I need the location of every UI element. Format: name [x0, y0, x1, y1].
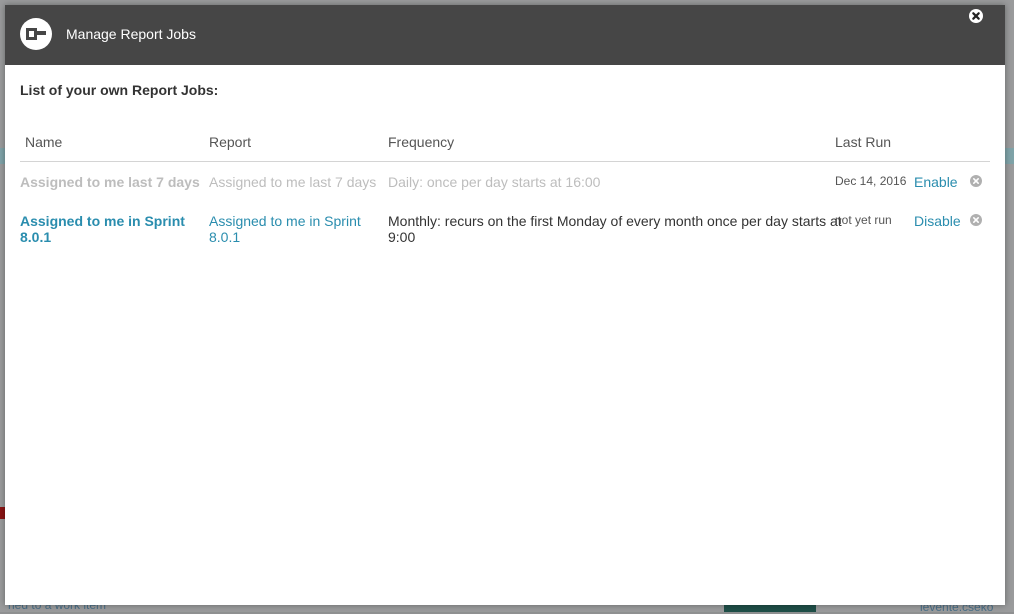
manage-report-jobs-dialog: Manage Report Jobs List of your own Repo…: [5, 5, 1005, 605]
remove-icon[interactable]: [970, 214, 982, 226]
dialog-header: Manage Report Jobs: [5, 5, 1005, 65]
job-name-line: 8.0.1: [20, 229, 52, 245]
job-last-run: Dec 14, 2016: [835, 174, 907, 188]
disable-job-link[interactable]: Disable: [914, 213, 961, 229]
job-last-run: not yet run: [835, 213, 892, 227]
column-header-frequency: Frequency: [388, 134, 455, 150]
job-report-line: Assigned to me in Sprint: [209, 213, 361, 229]
dialog-title: Manage Report Jobs: [66, 26, 196, 42]
remove-icon[interactable]: [970, 175, 982, 187]
column-header-name: Name: [25, 134, 63, 150]
job-report-line: 8.0.1: [209, 229, 241, 245]
section-title: List of your own Report Jobs:: [20, 82, 219, 98]
job-name-link[interactable]: Assigned to me in Sprint 8.0.1: [20, 213, 185, 245]
job-frequency: Daily: once per day starts at 16:00: [388, 174, 601, 190]
job-frequency-line: 9:00: [388, 229, 416, 245]
enable-job-link[interactable]: Enable: [914, 174, 958, 190]
job-frequency: Monthly: recurs on the first Monday of e…: [388, 213, 842, 245]
close-icon[interactable]: [969, 9, 983, 23]
header-divider: [20, 161, 990, 162]
job-name: Assigned to me last 7 days: [20, 174, 200, 190]
job-name-line: Assigned to me in Sprint: [20, 213, 185, 229]
column-header-report: Report: [209, 134, 252, 150]
app-logo-icon: [20, 18, 52, 50]
column-header-last-run: Last Run: [835, 134, 892, 150]
job-frequency-line: Monthly: recurs on the first Monday of e…: [388, 213, 842, 229]
job-report: Assigned to me last 7 days: [209, 174, 377, 190]
job-report-link[interactable]: Assigned to me in Sprint 8.0.1: [209, 213, 361, 245]
